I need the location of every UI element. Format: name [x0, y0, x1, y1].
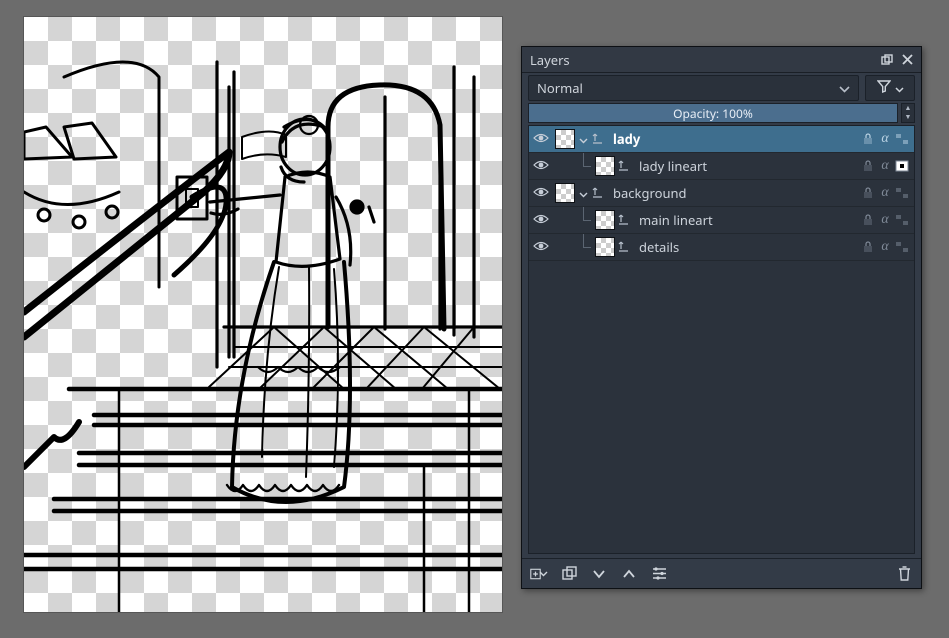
visibility-toggle[interactable] — [531, 237, 551, 257]
layer-properties-button[interactable] — [650, 565, 668, 583]
layer-right-icons: α — [860, 212, 910, 228]
lock-icon[interactable] — [860, 212, 876, 228]
opacity-spinner[interactable]: ▲ ▼ — [901, 103, 915, 123]
visibility-toggle[interactable] — [531, 129, 551, 149]
passthrough-icon — [617, 159, 629, 173]
layer-filter-button[interactable] — [865, 75, 915, 101]
layer-row[interactable]: details α — [529, 234, 914, 261]
panel-toolbar: Normal — [522, 73, 921, 103]
panel-footer — [522, 558, 921, 588]
layer-right-icons: α — [860, 185, 910, 201]
spinner-up-icon[interactable]: ▲ — [902, 104, 914, 113]
visibility-toggle[interactable] — [531, 183, 551, 203]
blend-mode-select[interactable]: Normal — [528, 75, 859, 101]
layer-thumbnail[interactable] — [595, 210, 615, 230]
add-layer-button[interactable] — [530, 565, 548, 583]
duplicate-layer-button[interactable] — [560, 565, 578, 583]
float-panel-icon[interactable] — [877, 51, 897, 69]
layer-name[interactable]: main lineart — [639, 211, 858, 229]
delete-layer-button[interactable] — [895, 565, 913, 583]
spinner-down-icon[interactable]: ▼ — [902, 113, 914, 122]
passthrough-icon — [617, 240, 629, 254]
eye-icon — [533, 184, 549, 202]
lock-icon[interactable] — [860, 131, 876, 147]
expand-toggle[interactable] — [577, 130, 589, 148]
lock-icon[interactable] — [860, 185, 876, 201]
visibility-toggle[interactable] — [531, 210, 551, 230]
passthrough-icon — [617, 213, 629, 227]
layer-thumbnail[interactable] — [595, 237, 615, 257]
alpha-icon[interactable]: α — [877, 212, 893, 228]
lock-icon[interactable] — [860, 239, 876, 255]
layers-panel: Layers Normal Opacity: 100% ▲ — [521, 46, 922, 589]
panel-title: Layers — [530, 51, 877, 69]
chevron-down-icon — [539, 571, 548, 577]
passthrough-icon — [591, 186, 603, 200]
alpha-icon[interactable]: α — [877, 131, 893, 147]
funnel-icon — [877, 79, 891, 97]
layer-name[interactable]: details — [639, 238, 858, 256]
chevron-down-icon — [895, 79, 904, 97]
chevron-down-icon — [839, 79, 850, 97]
tree-indent — [553, 207, 593, 233]
layer-right-icons: α — [860, 239, 910, 255]
layer-name[interactable]: lady — [613, 130, 858, 148]
visibility-toggle[interactable] — [531, 156, 551, 176]
chevron-down-icon — [579, 130, 588, 148]
canvas-viewport[interactable] — [24, 17, 502, 612]
layer-list[interactable]: ladyαlady lineartαbackgroundαmain linear… — [528, 125, 915, 554]
eye-icon — [533, 130, 549, 148]
move-layer-down-button[interactable] — [590, 565, 608, 583]
tree-indent — [553, 234, 593, 260]
artwork-lineart — [24, 17, 502, 612]
layer-thumbnail[interactable] — [555, 183, 575, 203]
layer-row[interactable]: lady α — [529, 126, 914, 153]
layer-name[interactable]: background — [613, 184, 858, 202]
expand-toggle[interactable] — [577, 184, 589, 202]
opacity-row: Opacity: 100% ▲ ▼ — [522, 103, 921, 125]
opacity-slider[interactable]: Opacity: 100% — [528, 103, 898, 123]
lock-icon[interactable] — [860, 158, 876, 174]
layer-name[interactable]: lady lineart — [639, 157, 858, 175]
passthrough-icon — [591, 132, 603, 146]
blend-mode-value: Normal — [537, 79, 583, 97]
layer-thumbnail[interactable] — [595, 156, 615, 176]
tree-indent — [553, 153, 593, 179]
inherit-alpha-icon[interactable] — [894, 185, 910, 201]
layer-right-icons: α — [860, 158, 910, 174]
eye-icon — [533, 211, 549, 229]
layer-row[interactable]: main lineart α — [529, 207, 914, 234]
layer-thumbnail[interactable] — [555, 129, 575, 149]
move-layer-up-button[interactable] — [620, 565, 638, 583]
layer-row[interactable]: lady lineart α — [529, 153, 914, 180]
layer-row[interactable]: background α — [529, 180, 914, 207]
alpha-icon[interactable]: α — [877, 239, 893, 255]
close-panel-icon[interactable] — [897, 51, 917, 69]
chevron-down-icon — [579, 184, 588, 202]
opacity-label: Opacity: 100% — [673, 105, 753, 122]
inherit-alpha-icon[interactable] — [894, 158, 910, 174]
layer-right-icons: α — [860, 131, 910, 147]
eye-icon — [533, 238, 549, 256]
inherit-alpha-icon[interactable] — [894, 131, 910, 147]
inherit-alpha-icon[interactable] — [894, 239, 910, 255]
panel-titlebar[interactable]: Layers — [522, 47, 921, 73]
eye-icon — [533, 157, 549, 175]
inherit-alpha-icon[interactable] — [894, 212, 910, 228]
alpha-icon[interactable]: α — [877, 185, 893, 201]
alpha-icon[interactable]: α — [877, 158, 893, 174]
